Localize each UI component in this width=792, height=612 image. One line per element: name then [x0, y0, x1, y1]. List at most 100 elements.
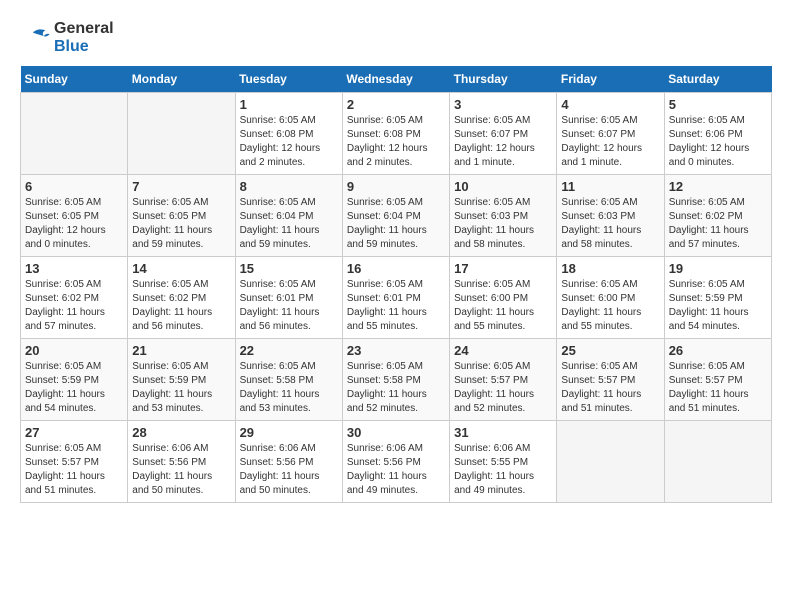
day-number: 27: [25, 425, 123, 440]
day-info: Sunrise: 6:05 AM Sunset: 6:04 PM Dayligh…: [347, 196, 445, 252]
calendar-header: SundayMondayTuesdayWednesdayThursdayFrid…: [21, 66, 772, 93]
calendar-cell: [664, 421, 771, 503]
calendar-cell: 27 Sunrise: 6:05 AM Sunset: 5:57 PM Dayli…: [21, 421, 128, 503]
calendar-cell: 5Sunrise: 6:05 AM Sunset: 6:06 PM Daylig…: [664, 93, 771, 175]
day-number: 13: [25, 261, 123, 276]
day-info: Sunrise: 6:06 AM Sunset: 5:56 PM Dayligh…: [347, 442, 445, 498]
day-number: 12: [669, 179, 767, 194]
day-info: Sunrise: 6:05 AM Sunset: 6:01 PM Dayligh…: [240, 278, 338, 334]
day-info: Sunrise: 6:05 AM Sunset: 6:03 PM Dayligh…: [561, 196, 659, 252]
day-info: Sunrise: 6:05 AM Sunset: 6:06 PM Dayligh…: [669, 114, 767, 170]
page-header: General Blue: [20, 20, 772, 56]
day-number: 17: [454, 261, 552, 276]
calendar-cell: 16Sunrise: 6:05 AM Sunset: 6:01 PM Dayli…: [342, 257, 449, 339]
calendar-cell: 10 Sunrise: 6:05 AM Sunset: 6:03 PM Dayli…: [450, 175, 557, 257]
day-number: 9: [347, 179, 445, 194]
day-number: 24: [454, 343, 552, 358]
calendar-cell: 26 Sunrise: 6:05 AM Sunset: 5:57 PM Dayli…: [664, 339, 771, 421]
weekday-header: Sunday: [21, 66, 128, 93]
day-info: Sunrise: 6:05 AM Sunset: 6:00 PM Dayligh…: [561, 278, 659, 334]
calendar-body: 1 Sunrise: 6:05 AM Sunset: 6:08 PM Daylig…: [21, 93, 772, 503]
calendar-cell: 18 Sunrise: 6:05 AM Sunset: 6:00 PM Dayli…: [557, 257, 664, 339]
day-info: Sunrise: 6:06 AM Sunset: 5:55 PM Dayligh…: [454, 442, 552, 498]
calendar-cell: 24 Sunrise: 6:05 AM Sunset: 5:57 PM Dayli…: [450, 339, 557, 421]
day-info: Sunrise: 6:05 AM Sunset: 6:00 PM Dayligh…: [454, 278, 552, 334]
day-number: 14: [132, 261, 230, 276]
weekday-header: Monday: [128, 66, 235, 93]
day-info: Sunrise: 6:05 AM Sunset: 5:59 PM Dayligh…: [669, 278, 767, 334]
day-info: Sunrise: 6:05 AM Sunset: 6:05 PM Dayligh…: [132, 196, 230, 252]
calendar-cell: 25 Sunrise: 6:05 AM Sunset: 5:57 PM Dayli…: [557, 339, 664, 421]
calendar-cell: 14Sunrise: 6:05 AM Sunset: 6:02 PM Dayli…: [128, 257, 235, 339]
calendar-cell: 22 Sunrise: 6:05 AM Sunset: 5:58 PM Dayli…: [235, 339, 342, 421]
calendar-cell: [557, 421, 664, 503]
calendar-table: SundayMondayTuesdayWednesdayThursdayFrid…: [20, 66, 772, 503]
logo-icon: [20, 26, 50, 51]
weekday-header: Wednesday: [342, 66, 449, 93]
calendar-cell: 11 Sunrise: 6:05 AM Sunset: 6:03 PM Dayli…: [557, 175, 664, 257]
weekday-header: Saturday: [664, 66, 771, 93]
calendar-cell: [128, 93, 235, 175]
day-info: Sunrise: 6:05 AM Sunset: 6:08 PM Dayligh…: [240, 114, 338, 170]
calendar-cell: 29 Sunrise: 6:06 AM Sunset: 5:56 PM Dayli…: [235, 421, 342, 503]
day-number: 30: [347, 425, 445, 440]
calendar-cell: 28 Sunrise: 6:06 AM Sunset: 5:56 PM Dayli…: [128, 421, 235, 503]
calendar-cell: 23Sunrise: 6:05 AM Sunset: 5:58 PM Dayli…: [342, 339, 449, 421]
day-info: Sunrise: 6:05 AM Sunset: 5:58 PM Dayligh…: [240, 360, 338, 416]
day-number: 7: [132, 179, 230, 194]
day-info: Sunrise: 6:05 AM Sunset: 6:08 PM Dayligh…: [347, 114, 445, 170]
day-number: 1: [240, 97, 338, 112]
calendar-cell: 4Sunrise: 6:05 AM Sunset: 6:07 PM Daylig…: [557, 93, 664, 175]
day-info: Sunrise: 6:05 AM Sunset: 5:57 PM Dayligh…: [669, 360, 767, 416]
calendar-cell: 20 Sunrise: 6:05 AM Sunset: 5:59 PM Dayli…: [21, 339, 128, 421]
day-info: Sunrise: 6:05 AM Sunset: 5:58 PM Dayligh…: [347, 360, 445, 416]
day-number: 11: [561, 179, 659, 194]
calendar-cell: 6Sunrise: 6:05 AM Sunset: 6:05 PM Daylig…: [21, 175, 128, 257]
calendar-cell: 9 Sunrise: 6:05 AM Sunset: 6:04 PM Daylig…: [342, 175, 449, 257]
calendar-cell: 8 Sunrise: 6:05 AM Sunset: 6:04 PM Daylig…: [235, 175, 342, 257]
day-number: 22: [240, 343, 338, 358]
day-info: Sunrise: 6:05 AM Sunset: 5:57 PM Dayligh…: [561, 360, 659, 416]
day-number: 20: [25, 343, 123, 358]
day-info: Sunrise: 6:05 AM Sunset: 6:07 PM Dayligh…: [454, 114, 552, 170]
day-number: 28: [132, 425, 230, 440]
day-number: 26: [669, 343, 767, 358]
day-info: Sunrise: 6:05 AM Sunset: 5:59 PM Dayligh…: [132, 360, 230, 416]
calendar-cell: 21 Sunrise: 6:05 AM Sunset: 5:59 PM Dayli…: [128, 339, 235, 421]
calendar-week-row: 20 Sunrise: 6:05 AM Sunset: 5:59 PM Dayli…: [21, 339, 772, 421]
calendar-cell: 1 Sunrise: 6:05 AM Sunset: 6:08 PM Daylig…: [235, 93, 342, 175]
calendar-cell: 7 Sunrise: 6:05 AM Sunset: 6:05 PM Daylig…: [128, 175, 235, 257]
day-number: 25: [561, 343, 659, 358]
day-number: 8: [240, 179, 338, 194]
calendar-cell: 19 Sunrise: 6:05 AM Sunset: 5:59 PM Dayli…: [664, 257, 771, 339]
day-number: 10: [454, 179, 552, 194]
day-number: 2: [347, 97, 445, 112]
calendar-cell: 2 Sunrise: 6:05 AM Sunset: 6:08 PM Daylig…: [342, 93, 449, 175]
day-info: Sunrise: 6:06 AM Sunset: 5:56 PM Dayligh…: [240, 442, 338, 498]
day-number: 31: [454, 425, 552, 440]
day-info: Sunrise: 6:05 AM Sunset: 5:57 PM Dayligh…: [25, 442, 123, 498]
calendar-cell: 17 Sunrise: 6:05 AM Sunset: 6:00 PM Dayli…: [450, 257, 557, 339]
day-info: Sunrise: 6:06 AM Sunset: 5:56 PM Dayligh…: [132, 442, 230, 498]
calendar-cell: [21, 93, 128, 175]
day-info: Sunrise: 6:05 AM Sunset: 5:59 PM Dayligh…: [25, 360, 123, 416]
day-number: 15: [240, 261, 338, 276]
calendar-week-row: 13Sunrise: 6:05 AM Sunset: 6:02 PM Dayli…: [21, 257, 772, 339]
day-number: 16: [347, 261, 445, 276]
calendar-cell: 31 Sunrise: 6:06 AM Sunset: 5:55 PM Dayli…: [450, 421, 557, 503]
weekday-header: Friday: [557, 66, 664, 93]
calendar-cell: 3 Sunrise: 6:05 AM Sunset: 6:07 PM Daylig…: [450, 93, 557, 175]
day-number: 21: [132, 343, 230, 358]
day-info: Sunrise: 6:05 AM Sunset: 6:02 PM Dayligh…: [669, 196, 767, 252]
day-number: 19: [669, 261, 767, 276]
day-info: Sunrise: 6:05 AM Sunset: 5:57 PM Dayligh…: [454, 360, 552, 416]
day-number: 6: [25, 179, 123, 194]
day-number: 18: [561, 261, 659, 276]
day-info: Sunrise: 6:05 AM Sunset: 6:03 PM Dayligh…: [454, 196, 552, 252]
day-number: 29: [240, 425, 338, 440]
day-info: Sunrise: 6:05 AM Sunset: 6:07 PM Dayligh…: [561, 114, 659, 170]
day-info: Sunrise: 6:05 AM Sunset: 6:04 PM Dayligh…: [240, 196, 338, 252]
day-number: 3: [454, 97, 552, 112]
calendar-cell: 13Sunrise: 6:05 AM Sunset: 6:02 PM Dayli…: [21, 257, 128, 339]
logo: General Blue: [20, 20, 114, 56]
